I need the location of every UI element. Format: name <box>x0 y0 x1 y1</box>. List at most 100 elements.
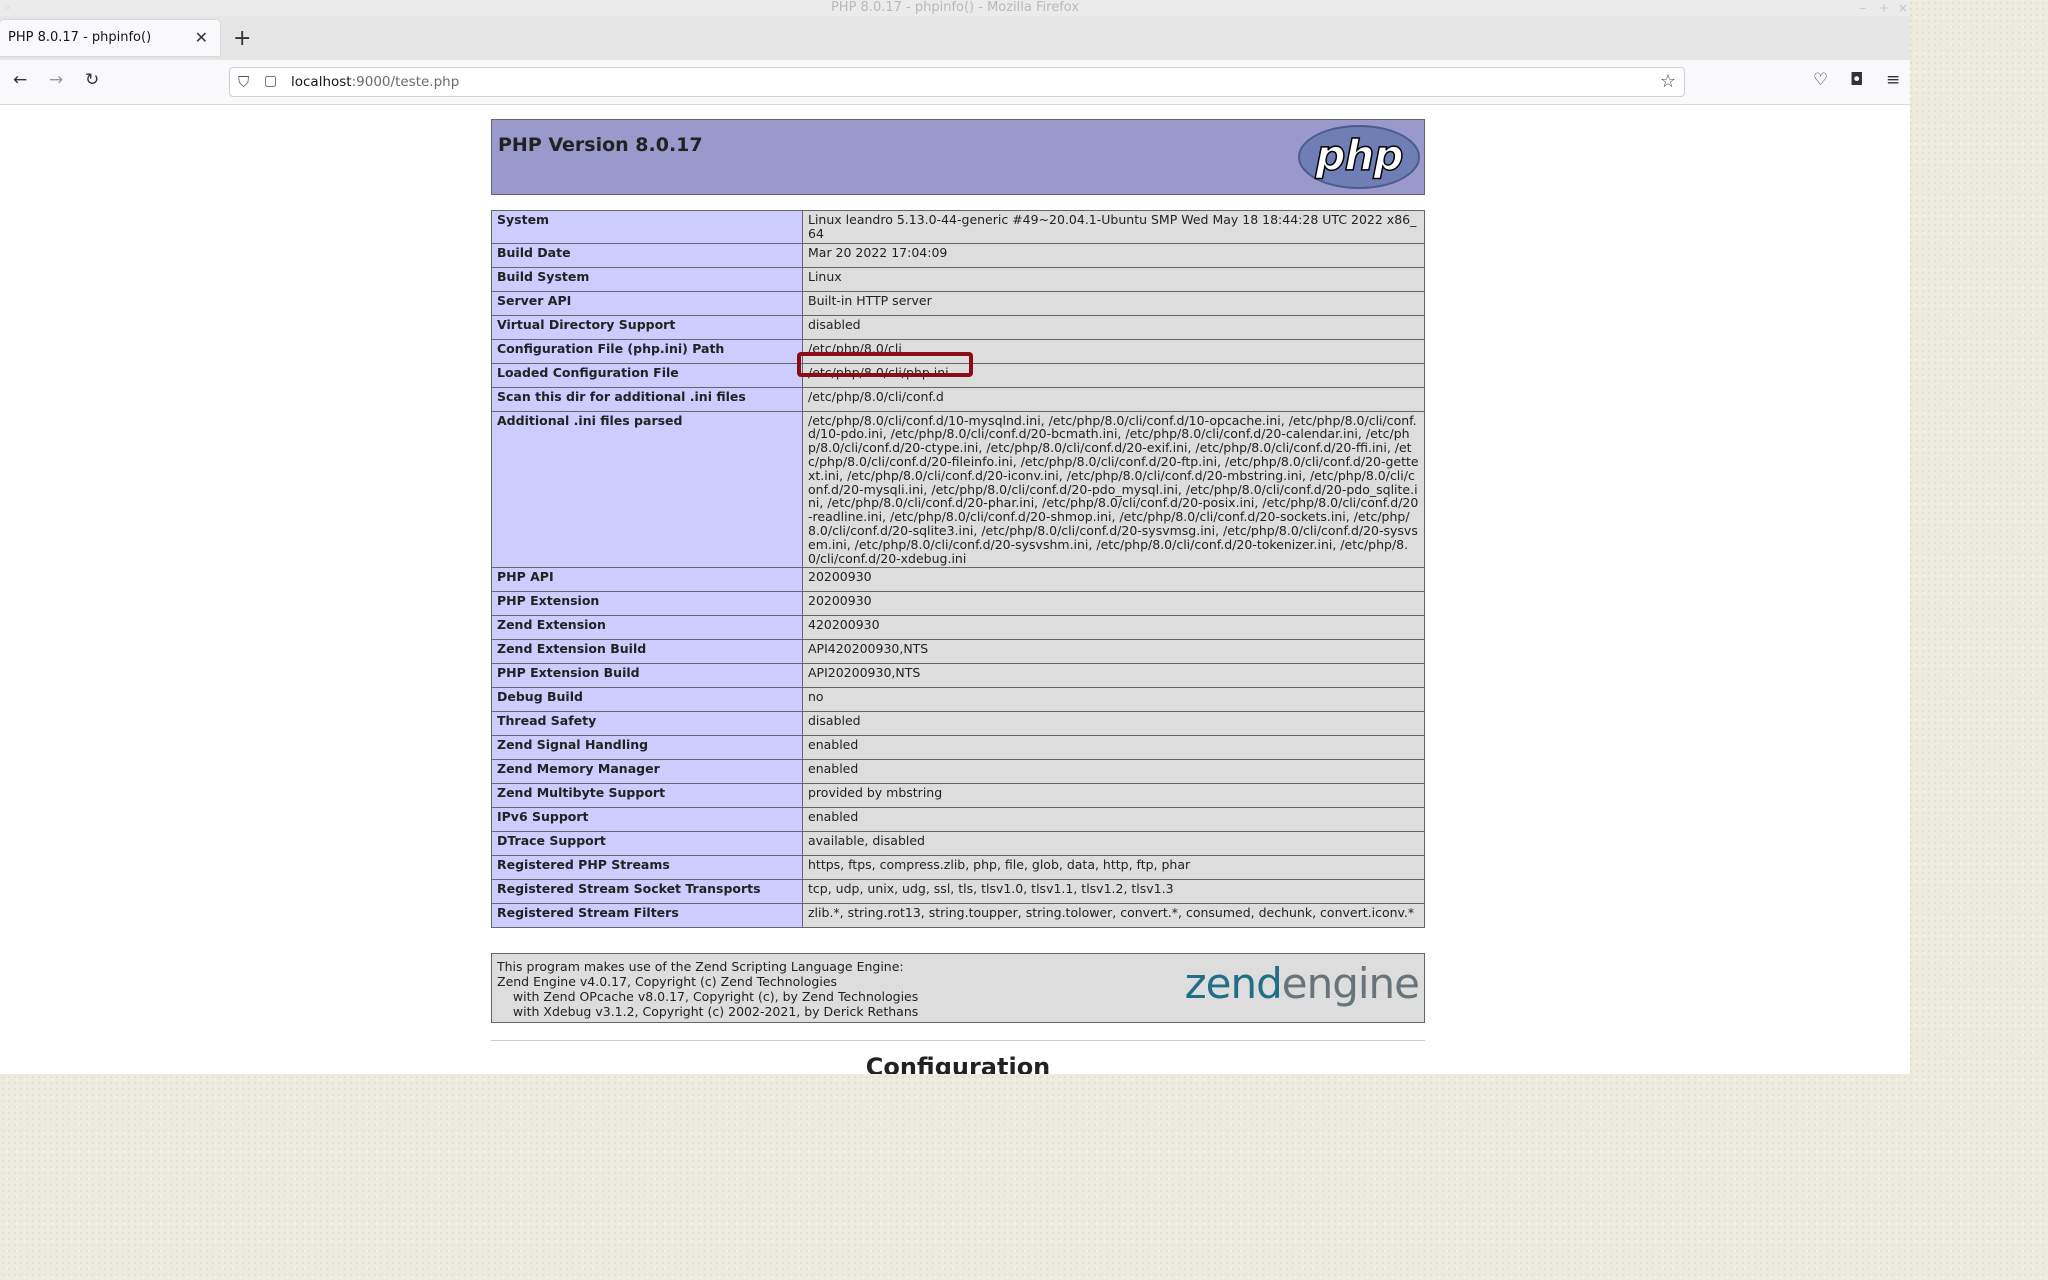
info-value: zlib.*, string.rot13, string.toupper, st… <box>802 903 1425 929</box>
zend-engine-logo[interactable]: zendengine <box>1185 959 1420 1008</box>
info-row: PHP Extension 20200930 <box>491 591 1425 617</box>
info-key: Zend Memory Manager <box>491 759 803 785</box>
info-key: Debug Build <box>491 687 803 713</box>
url-text[interactable]: localhost:9000/teste.php <box>291 74 459 90</box>
info-key: Virtual Directory Support <box>491 314 803 340</box>
info-key: Build System <box>491 266 803 292</box>
info-value: /etc/php/8.0/cli/conf.d/10-mysqlnd.ini, … <box>802 410 1425 569</box>
info-value: enabled <box>802 807 1425 833</box>
shield-icon[interactable]: ⛉ <box>238 73 249 91</box>
zend-engine-box: This program makes use of the Zend Scrip… <box>491 953 1425 1023</box>
info-value: disabled <box>802 711 1425 737</box>
info-value: /etc/php/8.0/cli/conf.d <box>802 386 1425 412</box>
info-row: Zend Extension Build API420200930,NTS <box>491 639 1425 665</box>
info-value: API420200930,NTS <box>802 639 1425 665</box>
page-info-icon[interactable]: ▢ <box>264 73 277 89</box>
info-key: Additional .ini files parsed <box>491 410 803 569</box>
info-value: Mar 20 2022 17:04:09 <box>802 242 1425 268</box>
window-title: PHP 8.0.17 - phpinfo() - Mozilla Firefox <box>830 0 1080 15</box>
new-tab-button[interactable]: + <box>233 26 251 51</box>
info-row: System Linux leandro 5.13.0-44-generic #4… <box>491 210 1425 244</box>
highlight-annotation <box>797 352 973 377</box>
firefox-window: PHP 8.0.17 - phpinfo() - Mozilla Firefox… <box>0 0 1910 1074</box>
configuration-heading: Configuration <box>865 1053 1051 1074</box>
tab-strip: PHP 8.0.17 - phpinfo() ✕ + <box>0 16 1910 60</box>
info-key: Zend Multibyte Support <box>491 783 803 809</box>
forward-button[interactable]: → <box>49 70 63 90</box>
tab-phpinfo[interactable]: PHP 8.0.17 - phpinfo() ✕ <box>0 20 220 56</box>
info-row: PHP Extension Build API20200930,NTS <box>491 663 1425 689</box>
info-value: tcp, udp, unix, udg, ssl, tls, tlsv1.0, … <box>802 879 1425 905</box>
info-value: Linux <box>802 266 1425 292</box>
info-key: Registered Stream Socket Transports <box>491 879 803 905</box>
zend-line: Zend Engine v4.0.17, Copyright (c) Zend … <box>497 974 838 989</box>
info-key: Server API <box>491 290 803 316</box>
info-value: Built-in HTTP server <box>802 290 1425 316</box>
info-row: Build Date Mar 20 2022 17:04:09 <box>491 242 1425 268</box>
tab-title: PHP 8.0.17 - phpinfo() <box>8 30 152 45</box>
php-header: PHP Version 8.0.17 php <box>491 119 1425 195</box>
info-row: IPv6 Support enabled <box>491 807 1425 833</box>
title-bar: PHP 8.0.17 - phpinfo() - Mozilla Firefox… <box>0 0 1910 16</box>
info-row: Scan this dir for additional .ini files /… <box>491 386 1425 412</box>
info-key: Registered Stream Filters <box>491 903 803 929</box>
info-value: available, disabled <box>802 831 1425 857</box>
info-value: provided by mbstring <box>802 783 1425 809</box>
info-key: Scan this dir for additional .ini files <box>491 386 803 412</box>
info-value: enabled <box>802 735 1425 761</box>
info-key: Build Date <box>491 242 803 268</box>
info-row: Zend Memory Manager enabled <box>491 759 1425 785</box>
close-window-icon[interactable]: × <box>1898 0 1908 16</box>
info-row: Virtual Directory Support disabled <box>491 314 1425 340</box>
php-logo[interactable]: php <box>1298 125 1420 189</box>
reload-button[interactable]: ↻ <box>85 70 99 90</box>
info-row: Zend Extension 420200930 <box>491 615 1425 641</box>
url-bar[interactable]: ⛉ ▢ localhost:9000/teste.php ☆ <box>229 67 1685 97</box>
back-button[interactable]: ← <box>13 70 27 90</box>
info-value: API20200930,NTS <box>802 663 1425 689</box>
minimize-icon[interactable]: – <box>1860 0 1866 16</box>
account-icon[interactable]: ◘ <box>1850 70 1863 90</box>
menu-icon[interactable]: ≡ <box>1886 70 1900 90</box>
info-row: Server API Built-in HTTP server <box>491 290 1425 316</box>
bookmark-star-icon[interactable]: ☆ <box>1660 71 1676 92</box>
zend-line: with Zend OPcache v8.0.17, Copyright (c)… <box>497 989 919 1004</box>
info-row: DTrace Support available, disabled <box>491 831 1425 857</box>
info-row: Registered Stream Filters zlib.*, string.… <box>491 903 1425 929</box>
info-key: PHP Extension <box>491 591 803 617</box>
info-key: IPv6 Support <box>491 807 803 833</box>
info-value: enabled <box>802 759 1425 785</box>
info-table: System Linux leandro 5.13.0-44-generic #4… <box>491 210 1425 929</box>
info-value: disabled <box>802 314 1425 340</box>
info-row: Zend Signal Handling enabled <box>491 735 1425 761</box>
window-menu-icon[interactable]: ◦ <box>4 0 11 16</box>
info-key: Registered PHP Streams <box>491 855 803 881</box>
info-value: https, ftps, compress.zlib, php, file, g… <box>802 855 1425 881</box>
info-row: Zend Multibyte Support provided by mbstri… <box>491 783 1425 809</box>
info-key: PHP Extension Build <box>491 663 803 689</box>
page-title: PHP Version 8.0.17 <box>498 134 703 156</box>
info-key: System <box>491 210 803 244</box>
info-value: 20200930 <box>802 567 1425 593</box>
info-row: Additional .ini files parsed/etc/php/8.0… <box>491 410 1425 569</box>
info-value: Linux leandro 5.13.0-44-generic #49~20.0… <box>802 210 1425 244</box>
info-row: PHP API 20200930 <box>491 567 1425 593</box>
info-key: Loaded Configuration File <box>491 362 803 388</box>
divider <box>491 1040 1425 1041</box>
info-row: Registered Stream Socket Transports tcp, … <box>491 879 1425 905</box>
navigation-toolbar: ← → ↻ ⛉ ▢ localhost:9000/teste.php ☆ ♡ ◘… <box>0 60 1910 105</box>
info-key: Zend Extension Build <box>491 639 803 665</box>
info-key: Thread Safety <box>491 711 803 737</box>
info-value: no <box>802 687 1425 713</box>
zend-line: This program makes use of the Zend Scrip… <box>497 959 904 974</box>
info-row: Thread Safety disabled <box>491 711 1425 737</box>
php-logo-text: php <box>1315 130 1405 181</box>
zend-line: with Xdebug v3.1.2, Copyright (c) 2002-2… <box>497 1004 919 1019</box>
close-tab-icon[interactable]: ✕ <box>195 28 208 47</box>
pocket-icon[interactable]: ♡ <box>1813 70 1828 90</box>
maximize-icon[interactable]: + <box>1879 0 1889 16</box>
info-key: Configuration File (php.ini) Path <box>491 338 803 364</box>
info-key: Zend Extension <box>491 615 803 641</box>
info-value: 420200930 <box>802 615 1425 641</box>
info-row: Build System Linux <box>491 266 1425 292</box>
